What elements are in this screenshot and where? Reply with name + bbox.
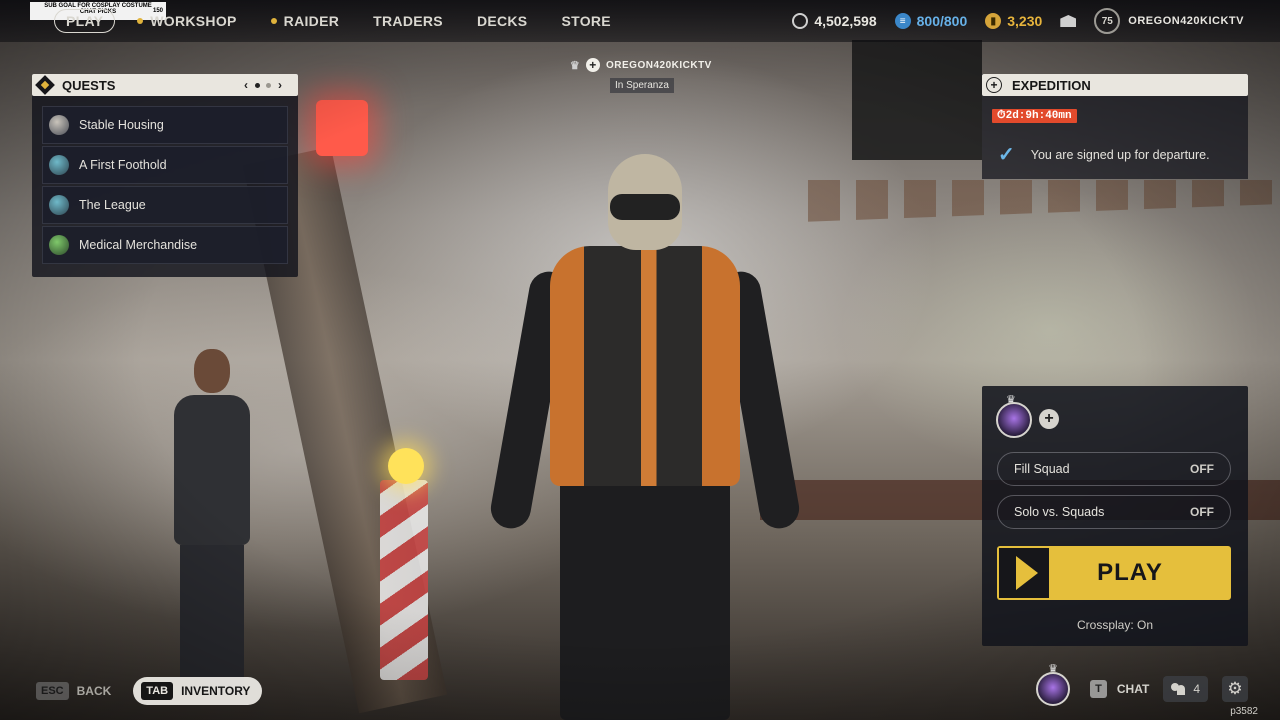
nav-traders-label: TRADERS <box>373 13 443 29</box>
quest-item-medical-merchandise[interactable]: Medical Merchandise <box>42 226 288 264</box>
tab-key-hint: TAB <box>141 682 174 700</box>
currency-bar: 4,502,598 ≡ 800/800 ▮ 3,230 75 OREGON420… <box>774 8 1244 34</box>
crown-icon: ♛ <box>569 59 581 72</box>
chat-button[interactable]: CHAT <box>1117 682 1149 696</box>
profile-button[interactable]: 75 OREGON420KICKTV <box>1094 8 1244 34</box>
chevron-left-icon[interactable]: ‹ <box>244 78 248 92</box>
build-id: p3582 <box>1230 706 1258 717</box>
nav-workshop-label: WORKSHOP <box>150 13 237 29</box>
crown-icon: ♛ <box>1048 663 1059 675</box>
quests-title: QUESTS <box>62 77 116 93</box>
quest-diamond-icon <box>35 75 55 95</box>
nav-decks-label: DECKS <box>476 13 528 29</box>
quest-giver-avatar <box>49 235 69 255</box>
play-chevron-icon <box>999 548 1049 598</box>
friends-count: 4 <box>1193 682 1200 696</box>
expedition-signup-status: ✓ You are signed up for departure. <box>998 142 1210 167</box>
quest-item-stable-housing[interactable]: Stable Housing <box>42 106 288 144</box>
notification-dot-icon <box>270 18 277 24</box>
quest-list: Stable Housing A First Foothold The Leag… <box>42 106 288 266</box>
inventory-button[interactable]: TAB INVENTORY <box>133 677 263 705</box>
coins-value: 4,502,598 <box>814 13 877 29</box>
gear-icon: ⚙ <box>1227 679 1243 698</box>
plus-icon[interactable]: + <box>586 58 600 72</box>
quest-giver-avatar <box>49 115 69 135</box>
fill-squad-state: OFF <box>1190 462 1214 476</box>
quest-giver-avatar <box>49 155 69 175</box>
nav-store-label: STORE <box>561 13 611 29</box>
solo-vs-squads-label: Solo vs. Squads <box>1014 505 1105 519</box>
mail-icon <box>1060 15 1077 27</box>
play-panel: ♛ + Fill Squad OFF Solo vs. Squads OFF P… <box>982 386 1248 646</box>
quests-panel: QUESTS ‹ › Stable Housing A First Footho… <box>32 74 298 277</box>
notification-dot-icon <box>137 18 144 24</box>
quests-header: QUESTS ‹ › <box>32 74 298 96</box>
signup-text: You are signed up for departure. <box>1030 147 1210 162</box>
crossplay-status: Crossplay: On <box>1076 618 1154 632</box>
nav-workshop[interactable]: WORKSHOP <box>137 13 236 29</box>
people-icon <box>1171 683 1187 695</box>
check-icon: ✓ <box>998 144 1015 166</box>
credits-value: 800/800 <box>916 13 968 29</box>
player-location: In Speranza <box>610 78 674 93</box>
page-dot-active[interactable] <box>255 82 260 88</box>
credits-balance[interactable]: ≡ 800/800 <box>894 13 968 29</box>
tokens-balance[interactable]: ▮ 3,230 <box>985 13 1042 29</box>
play-button-label: PLAY <box>1097 559 1163 586</box>
friends-button[interactable]: 4 <box>1163 676 1208 702</box>
coin-icon <box>792 13 809 29</box>
mail-button[interactable] <box>1060 15 1077 27</box>
quest-label: The League <box>79 198 146 212</box>
settings-button[interactable]: ⚙ <box>1222 676 1248 702</box>
invite-squad-button[interactable]: + <box>1039 409 1059 429</box>
expedition-timer-value: 2d:9h:40mn <box>1005 110 1072 122</box>
quest-item-the-league[interactable]: The League <box>42 186 288 224</box>
credit-icon: ≡ <box>894 13 911 29</box>
token-icon: ▮ <box>985 13 1002 29</box>
expedition-header: + EXPEDITION <box>982 74 1248 96</box>
nav-raider-label: RAIDER <box>283 13 340 29</box>
back-button[interactable]: BACK <box>77 684 112 698</box>
nav-traders[interactable]: TRADERS <box>373 13 443 29</box>
fill-squad-label: Fill Squad <box>1014 462 1070 476</box>
main-nav: PLAY WORKSHOP RAIDER TRADERS DECKS STORE <box>54 9 645 33</box>
solo-vs-squads-state: OFF <box>1190 505 1214 519</box>
bottom-left-controls: ESC BACK TAB INVENTORY <box>36 677 263 705</box>
expedition-panel[interactable]: + EXPEDITION ⏱2d:9h:40mn ✓ You are signe… <box>982 74 1248 179</box>
plus-icon: + <box>986 77 1002 93</box>
play-button[interactable]: PLAY <box>997 546 1231 600</box>
fill-squad-toggle[interactable]: Fill Squad OFF <box>997 452 1231 486</box>
esc-key-hint: ESC <box>36 682 69 700</box>
squad-member-avatar[interactable] <box>996 402 1032 438</box>
quest-label: Medical Merchandise <box>79 238 198 252</box>
top-navigation-bar: SUB GOAL FOR COSPLAY COSTUME CHAT PICKS … <box>0 0 1280 42</box>
bottom-right-controls: ♛ T CHAT 4 ⚙ <box>1036 663 1248 706</box>
quest-item-a-first-foothold[interactable]: A First Foothold <box>42 146 288 184</box>
coins-balance[interactable]: 4,502,598 <box>792 13 877 29</box>
player-level-badge: 75 <box>1094 8 1121 34</box>
nameplate-username: OREGON420KICKTV <box>606 59 712 71</box>
quests-pager: ‹ › <box>240 74 286 96</box>
inventory-label: INVENTORY <box>181 684 251 698</box>
player-nameplate: ♛ + OREGON420KICKTV In Speranza <box>568 58 728 93</box>
page-dot[interactable] <box>266 82 271 88</box>
tokens-value: 3,230 <box>1007 13 1043 29</box>
nav-play-label: PLAY <box>66 13 104 29</box>
quest-label: Stable Housing <box>79 118 164 132</box>
nav-decks[interactable]: DECKS <box>477 13 528 29</box>
solo-vs-squads-toggle[interactable]: Solo vs. Squads OFF <box>997 495 1231 529</box>
nav-store[interactable]: STORE <box>561 13 610 29</box>
chat-key-hint: T <box>1090 680 1107 698</box>
player-avatar[interactable]: ♛ <box>1036 663 1071 706</box>
chevron-right-icon[interactable]: › <box>278 78 282 92</box>
expedition-title: EXPEDITION <box>1012 77 1091 93</box>
nav-raider[interactable]: RAIDER <box>270 13 340 29</box>
expedition-timer: ⏱2d:9h:40mn <box>992 109 1077 123</box>
nav-play[interactable]: PLAY <box>54 9 116 33</box>
profile-username: OREGON420KICKTV <box>1128 15 1244 27</box>
quest-giver-avatar <box>49 195 69 215</box>
quest-label: A First Foothold <box>79 158 167 172</box>
